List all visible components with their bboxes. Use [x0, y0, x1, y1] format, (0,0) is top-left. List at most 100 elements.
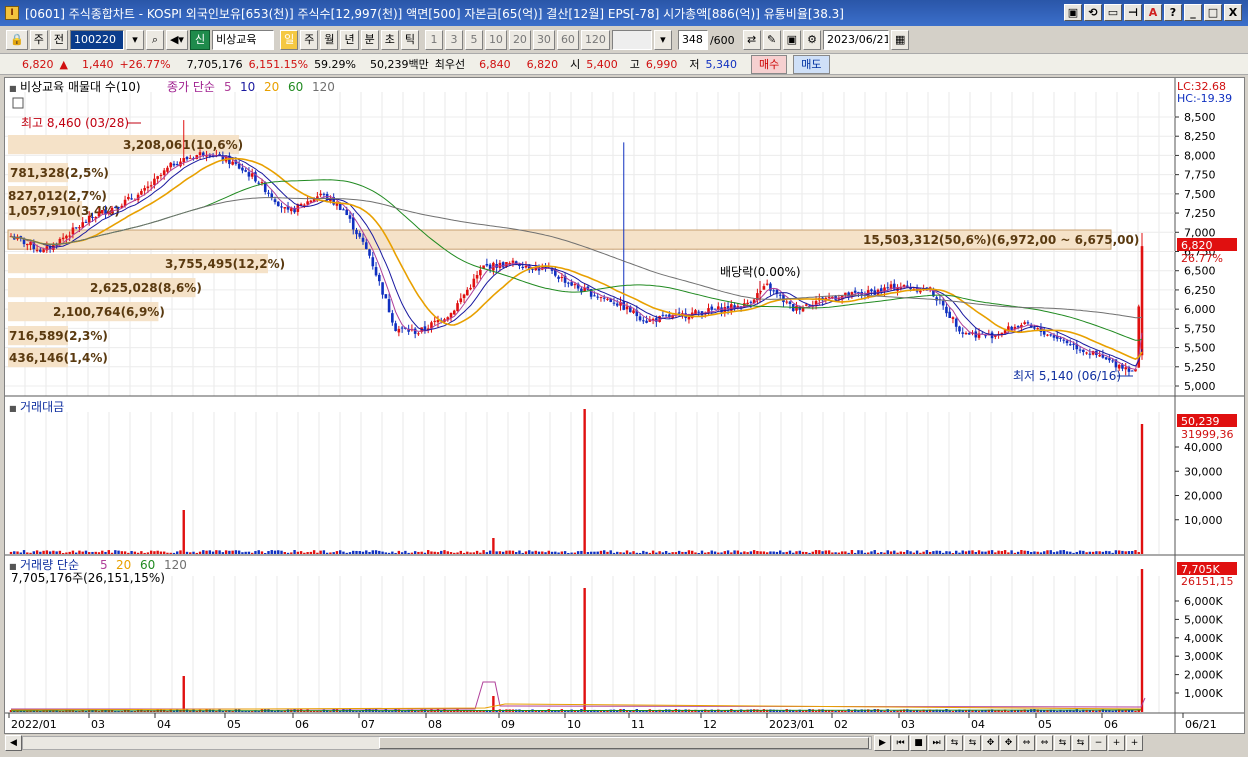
indicator-icon[interactable]: ✎: [762, 30, 781, 50]
minimize-button[interactable]: _: [1184, 4, 1202, 21]
link2-button[interactable]: ⇆: [964, 735, 981, 751]
save-icon[interactable]: ▣: [782, 30, 802, 50]
amount-bar-rect: [567, 552, 570, 554]
period-month-tab[interactable]: 월: [320, 30, 339, 50]
buy-button[interactable]: 매수: [751, 54, 788, 74]
volume-bar-rect: [606, 710, 609, 712]
open-price: 5,400: [586, 57, 618, 71]
amount-bar-rect: [1046, 550, 1049, 554]
amount-bar-rect: [759, 551, 762, 554]
interval-10[interactable]: 10: [484, 30, 507, 50]
speaker-icon[interactable]: ◀▾: [165, 30, 188, 50]
period-year-tab[interactable]: 년: [340, 30, 359, 50]
scroll-right-button[interactable]: ▶: [874, 735, 891, 751]
candle: [449, 312, 453, 322]
period-day-tab[interactable]: 일: [280, 30, 299, 50]
candle-body: [153, 178, 156, 186]
candle: [879, 284, 883, 295]
period-tick-tab[interactable]: 틱: [400, 30, 419, 50]
stock-code-input[interactable]: 100220: [69, 30, 124, 50]
interval-5[interactable]: 5: [464, 30, 483, 50]
prev-button[interactable]: 전: [49, 30, 68, 50]
fit2-button[interactable]: ⇔: [1036, 735, 1053, 751]
volume-bar: [840, 551, 844, 712]
link-button[interactable]: ⇆: [946, 735, 963, 751]
scroll-thumb[interactable]: [379, 737, 869, 749]
volume-bar: [987, 550, 991, 712]
volume-bar: [361, 551, 365, 712]
amount-bar-rect: [625, 550, 629, 554]
max-price-label: 최고 8,460 (03/28): [21, 116, 129, 130]
volume-bar-rect: [1062, 710, 1065, 712]
amount-bar-rect: [889, 551, 893, 554]
amount-bar-rect: [990, 550, 994, 554]
candle: [430, 320, 433, 333]
interval-120[interactable]: 120: [580, 30, 610, 50]
zoom-out-button[interactable]: −: [1090, 735, 1107, 751]
stop-button[interactable]: ■: [910, 735, 927, 751]
market-select[interactable]: 주: [29, 30, 48, 50]
restore-layout-button[interactable]: ▭: [1104, 4, 1122, 21]
pan-button[interactable]: ⇆: [1054, 735, 1071, 751]
y-tick-label: 7,000: [1184, 226, 1216, 239]
interval-60[interactable]: 60: [556, 30, 579, 50]
volume-bar-rect: [655, 710, 658, 712]
period-week-tab[interactable]: 주: [300, 30, 319, 50]
volume-bar: [264, 552, 267, 712]
horizontal-scrollbar[interactable]: ◀ ▶ ⏮ ■ ⏭ ⇆ ⇆ ✥ ✥ ⇔ ⇔ ⇆ ⇆ − + +: [4, 734, 1245, 752]
candle: [1082, 349, 1085, 356]
link-window-button[interactable]: ▣: [1064, 4, 1082, 21]
settings-icon[interactable]: ⚙: [803, 30, 822, 50]
count-input[interactable]: 348: [677, 30, 708, 50]
amount-bar-rect: [117, 550, 120, 554]
zoom-icon[interactable]: ⇄: [742, 30, 761, 50]
volume-bar: [625, 550, 629, 712]
candle-body: [303, 204, 306, 206]
refresh-button[interactable]: ⟲: [1084, 4, 1102, 21]
amount-bar-rect: [1091, 551, 1095, 554]
font-button[interactable]: A: [1144, 4, 1162, 21]
interval-20[interactable]: 20: [508, 30, 531, 50]
amount-bar-rect: [101, 550, 104, 554]
volume-bar: [1046, 550, 1049, 712]
scroll-left-button[interactable]: ◀: [5, 735, 22, 751]
amount-bar-rect: [1026, 550, 1030, 554]
period-minute-tab[interactable]: 분: [360, 30, 379, 50]
first-button[interactable]: ⏮: [892, 735, 909, 751]
amount-bar-rect: [501, 551, 505, 554]
pan2-button[interactable]: ⇆: [1072, 735, 1089, 751]
close-button[interactable]: X: [1224, 4, 1242, 21]
amount-bar-rect: [16, 551, 19, 554]
amount-bar-rect: [573, 552, 577, 554]
stock-chart-svg[interactable]: 8,5008,2508,0007,7507,5007,2507,0006,750…: [5, 78, 1244, 733]
calendar-icon[interactable]: ▦: [891, 30, 910, 50]
amount-bar-rect: [9, 551, 13, 554]
move2-button[interactable]: ✥: [1000, 735, 1017, 751]
amount-bar-rect: [417, 551, 420, 554]
date-input[interactable]: 2023/06/21: [823, 30, 890, 50]
interval-3[interactable]: 3: [444, 30, 463, 50]
zoom-in-button[interactable]: +: [1108, 735, 1125, 751]
volume-bar: [876, 552, 880, 712]
period-second-tab[interactable]: 초: [380, 30, 399, 50]
chart-area[interactable]: 8,500 8,250 8,000 7,750 7,500 7,250 7,000 6,750…: [4, 77, 1245, 734]
amount-bar-rect: [984, 551, 987, 554]
interval-1[interactable]: 1: [424, 30, 443, 50]
interval-30[interactable]: 30: [532, 30, 555, 50]
help-button[interactable]: ?: [1164, 4, 1182, 21]
y-tick-label: 5,250: [1184, 361, 1216, 374]
add-button[interactable]: +: [1126, 735, 1143, 751]
dropdown-arrow-icon[interactable]: ▾: [653, 30, 672, 50]
volume-bar: [332, 552, 335, 712]
pin-button[interactable]: ⊣: [1124, 4, 1142, 21]
last-button[interactable]: ⏭: [928, 735, 945, 751]
sell-button[interactable]: 매도: [793, 54, 830, 74]
fit-button[interactable]: ⇔: [1018, 735, 1035, 751]
move-button[interactable]: ✥: [982, 735, 999, 751]
dropdown-arrow-icon[interactable]: ▾: [125, 30, 144, 50]
maximize-button[interactable]: □: [1204, 4, 1222, 21]
candle: [625, 302, 629, 315]
interval-custom-input[interactable]: [611, 30, 652, 50]
search-icon[interactable]: ⌕: [145, 30, 164, 50]
lock-icon[interactable]: 🔒: [6, 30, 28, 50]
